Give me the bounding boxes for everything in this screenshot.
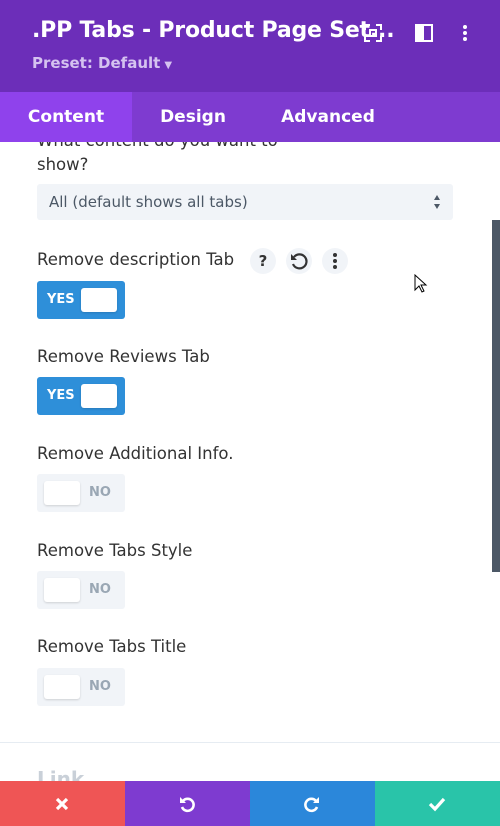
remove-reviews-label: Remove Reviews Tab (37, 347, 210, 366)
toggle-state: YES (47, 388, 75, 403)
section-divider (0, 742, 500, 743)
remove-tabs-title-toggle[interactable]: NO (37, 668, 125, 706)
toggle-state: YES (47, 292, 75, 307)
toggle-state: NO (89, 485, 111, 500)
more-vertical-icon[interactable] (454, 22, 476, 44)
toggle-knob (81, 288, 117, 312)
toggle-knob (44, 578, 80, 602)
tab-advanced[interactable]: Advanced (254, 92, 402, 142)
show-content-select[interactable]: All (default shows all tabs) (37, 184, 453, 220)
tab-bar: Content Design Advanced (0, 92, 500, 142)
select-value: All (default shows all tabs) (49, 193, 248, 211)
remove-tabs-style-toggle[interactable]: NO (37, 571, 125, 609)
toggle-knob (44, 675, 80, 699)
modal-header: .PP Tabs - Product Page Set... Preset: D… (0, 0, 500, 92)
remove-additional-label: Remove Additional Info. (37, 444, 234, 463)
check-icon (428, 797, 446, 812)
remove-reviews-toggle[interactable]: YES (37, 377, 125, 415)
modal-title: .PP Tabs - Product Page Set... (32, 18, 395, 43)
undo-icon (180, 797, 195, 813)
link-section-title[interactable]: Link (37, 767, 84, 782)
tab-content[interactable]: Content (0, 92, 132, 142)
save-button[interactable] (375, 781, 500, 826)
modal-footer (0, 781, 500, 826)
select-arrows-icon (434, 195, 440, 209)
sidebar-layout-icon[interactable] (413, 22, 435, 44)
remove-description-label: Remove description Tab (37, 250, 235, 269)
show-content-label-cont: show? (37, 155, 89, 174)
show-content-label: What content do you want to (37, 142, 278, 150)
toggle-knob (44, 481, 80, 505)
caret-down-icon: ▼ (164, 60, 173, 71)
mouse-cursor-icon (414, 274, 428, 293)
expand-icon[interactable] (362, 22, 384, 44)
toggle-state: NO (89, 679, 111, 694)
toggle-state: NO (89, 582, 111, 597)
close-icon (55, 797, 69, 811)
remove-description-toggle[interactable]: YES (37, 281, 125, 319)
remove-tabs-title-label: Remove Tabs Title (37, 637, 187, 656)
cancel-button[interactable] (0, 781, 125, 826)
more-vertical-icon[interactable] (322, 248, 348, 274)
scrollbar[interactable] (492, 220, 500, 572)
preset-label: Preset: Default (32, 54, 161, 72)
reset-icon[interactable] (286, 248, 312, 274)
help-icon[interactable]: ? (250, 248, 276, 274)
undo-button[interactable] (125, 781, 250, 826)
redo-button[interactable] (250, 781, 375, 826)
preset-selector[interactable]: Preset: Default ▼ (32, 54, 172, 72)
toggle-knob (81, 384, 117, 408)
remove-additional-toggle[interactable]: NO (37, 474, 125, 512)
redo-icon (304, 797, 319, 813)
remove-tabs-style-label: Remove Tabs Style (37, 541, 193, 560)
tab-design[interactable]: Design (132, 92, 254, 142)
settings-panel: What content do you want to show? All (d… (0, 142, 500, 782)
